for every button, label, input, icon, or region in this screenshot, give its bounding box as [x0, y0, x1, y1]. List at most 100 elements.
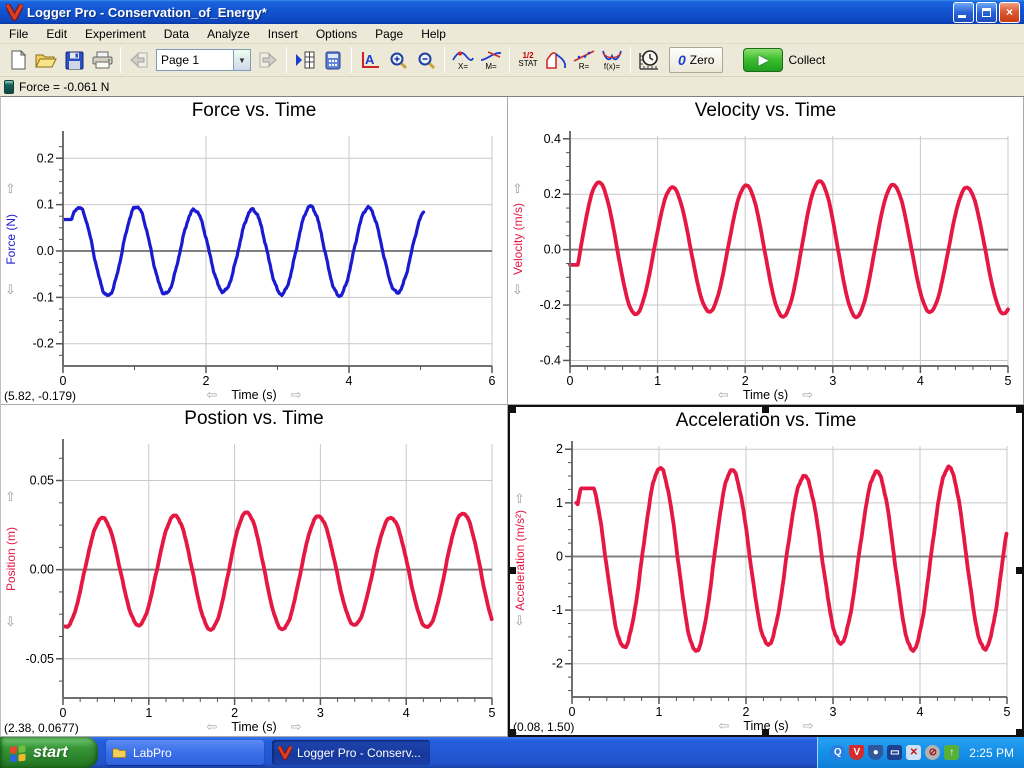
x-axis-label-force[interactable]: Time (s) [231, 388, 276, 402]
selection-handle[interactable] [762, 729, 769, 736]
menu-data[interactable]: Data [155, 25, 198, 43]
y-axis-label-acceleration[interactable]: Acceleration (m/s²) [513, 510, 527, 611]
plot-area-force[interactable]: 02460.20.10.0-0.1-0.2 [1, 123, 506, 386]
taskbar-item-labpro[interactable]: LabPro [106, 740, 264, 765]
zero-button[interactable]: 0 Zero [669, 47, 723, 73]
windows-flag-icon [8, 743, 28, 763]
curve-fit-button[interactable]: f(x)= [598, 45, 626, 75]
new-file-button[interactable] [4, 45, 32, 75]
selection-handle[interactable] [762, 406, 769, 413]
page-selector-value[interactable]: Page 1 [156, 49, 234, 71]
graph-panel-position[interactable]: Postion vs. Time ⇧ Position (m) ⇩ 012345… [1, 405, 508, 737]
y-axis-scroll-down-icon[interactable]: ⇩ [5, 614, 16, 630]
zoom-in-button[interactable] [384, 45, 412, 75]
y-axis-controls: ⇧ Velocity (m/s) ⇩ [509, 181, 526, 298]
x-axis-label-velocity[interactable]: Time (s) [743, 388, 788, 402]
x-axis-scroll-right-icon[interactable]: ⇨ [291, 719, 302, 734]
menu-edit[interactable]: Edit [37, 25, 76, 43]
tangent-button[interactable]: M= [477, 45, 505, 75]
y-axis-label-position[interactable]: Position (m) [4, 527, 18, 591]
graph-panel-acceleration[interactable]: Acceleration vs. Time ⇧ Acceleration (m/… [508, 405, 1024, 737]
collect-button[interactable]: ▶ Collect [739, 46, 833, 74]
calculator-button[interactable] [319, 45, 347, 75]
menu-insert[interactable]: Insert [259, 25, 307, 43]
x-axis-scroll-left-icon[interactable]: ⇦ [206, 387, 217, 402]
previous-page-button[interactable] [125, 45, 153, 75]
menu-options[interactable]: Options [307, 25, 366, 43]
y-axis-scroll-up-icon[interactable]: ⇧ [514, 491, 525, 507]
plot-area-velocity[interactable]: 0123450.40.20.0-0.2-0.4 [508, 123, 1022, 386]
selection-handle[interactable] [509, 567, 516, 574]
x-axis-label-position[interactable]: Time (s) [231, 720, 276, 734]
selection-handle[interactable] [1016, 567, 1023, 574]
system-tray: Q V ● ▭ ✕ ⊘ ↑ 2:25 PM [817, 737, 1024, 768]
open-file-button[interactable] [32, 45, 60, 75]
x-axis-scroll-left-icon[interactable]: ⇦ [718, 387, 729, 402]
x-axis-scroll-left-icon[interactable]: ⇦ [206, 719, 217, 734]
save-button[interactable] [60, 45, 88, 75]
selection-handle[interactable] [509, 729, 516, 736]
data-collection-setup-button[interactable] [635, 45, 663, 75]
quicktime-tray-icon[interactable]: Q [830, 745, 845, 760]
antivirus-shield-icon[interactable]: V [849, 745, 864, 760]
force-vs-time-plot[interactable]: 02460.20.10.0-0.1-0.2 [1, 123, 506, 386]
acceleration-vs-time-plot[interactable]: 012345210-1-2 [510, 433, 1021, 717]
selection-handle[interactable] [1016, 729, 1023, 736]
new-file-icon [9, 50, 27, 70]
autoscale-button[interactable]: A [356, 45, 384, 75]
graph-panel-force[interactable]: Force vs. Time ⇧ Force (N) ⇩ 02460.20.10… [1, 97, 508, 405]
selection-handle[interactable] [1016, 406, 1023, 413]
taskbar-item-label: LabPro [133, 746, 172, 760]
selection-handle[interactable] [509, 406, 516, 413]
next-data-set-button[interactable] [291, 45, 319, 75]
y-axis-scroll-up-icon[interactable]: ⇧ [5, 181, 16, 197]
print-button[interactable] [88, 45, 116, 75]
x-axis-scroll-right-icon[interactable]: ⇨ [802, 387, 813, 402]
y-axis-scroll-up-icon[interactable]: ⇧ [5, 489, 16, 505]
linear-fit-button[interactable]: R= [570, 45, 598, 75]
statistics-button[interactable]: 1/2 STAT [514, 45, 542, 75]
menu-help[interactable]: Help [412, 25, 455, 43]
window-title: Logger Pro - Conservation_of_Energy* [27, 5, 951, 20]
y-axis-label-force[interactable]: Force (N) [4, 214, 18, 265]
x-axis-scroll-right-icon[interactable]: ⇨ [291, 387, 302, 402]
zoom-out-button[interactable] [412, 45, 440, 75]
svg-text:2: 2 [231, 706, 238, 718]
tangent-curve-icon [480, 50, 502, 62]
next-page-button[interactable] [254, 45, 282, 75]
menu-experiment[interactable]: Experiment [76, 25, 155, 43]
start-button[interactable]: start [0, 737, 98, 768]
examine-button[interactable]: X= [449, 45, 477, 75]
y-axis-scroll-down-icon[interactable]: ⇩ [512, 282, 523, 298]
plot-area-position[interactable]: 0123450.050.00-0.05 [1, 431, 506, 718]
update-tray-icon[interactable]: ↑ [944, 745, 959, 760]
blocked-status-icon[interactable]: ⊘ [925, 745, 940, 760]
close-button[interactable]: × [999, 2, 1020, 23]
menu-file[interactable]: File [0, 25, 37, 43]
sensor-status-bar[interactable]: Force = -0.061 N [0, 77, 1024, 96]
restore-button[interactable] [976, 2, 997, 23]
x-axis-scroll-left-icon[interactable]: ⇦ [718, 718, 729, 733]
y-axis-scroll-down-icon[interactable]: ⇩ [5, 282, 16, 298]
minimize-button[interactable] [953, 2, 974, 23]
display-audio-icon[interactable]: ▭ [887, 745, 902, 760]
x-axis-scroll-right-icon[interactable]: ⇨ [803, 718, 814, 733]
graph-panel-velocity[interactable]: Velocity vs. Time ⇧ Velocity (m/s) ⇩ 012… [508, 97, 1024, 405]
page-selector[interactable]: Page 1 ▼ [156, 49, 251, 71]
network-disconnected-icon[interactable]: ✕ [906, 745, 921, 760]
y-axis-label-velocity[interactable]: Velocity (m/s) [511, 203, 525, 275]
security-shield-icon[interactable]: ● [868, 745, 883, 760]
menu-analyze[interactable]: Analyze [198, 25, 259, 43]
svg-text:1: 1 [556, 496, 563, 510]
zoom-out-icon [417, 51, 436, 70]
y-axis-scroll-up-icon[interactable]: ⇧ [512, 181, 523, 197]
title-bar[interactable]: Logger Pro - Conservation_of_Energy* × [0, 0, 1024, 24]
y-axis-scroll-down-icon[interactable]: ⇩ [514, 613, 525, 629]
integral-button[interactable] [542, 45, 570, 75]
velocity-vs-time-plot[interactable]: 0123450.40.20.0-0.2-0.4 [508, 123, 1022, 386]
menu-page[interactable]: Page [366, 25, 412, 43]
plot-area-acceleration[interactable]: 012345210-1-2 [510, 433, 1021, 717]
taskbar-item-logger-pro[interactable]: Logger Pro - Conserv... [272, 740, 430, 765]
chevron-down-icon[interactable]: ▼ [234, 49, 251, 71]
position-vs-time-plot[interactable]: 0123450.050.00-0.05 [1, 431, 506, 718]
